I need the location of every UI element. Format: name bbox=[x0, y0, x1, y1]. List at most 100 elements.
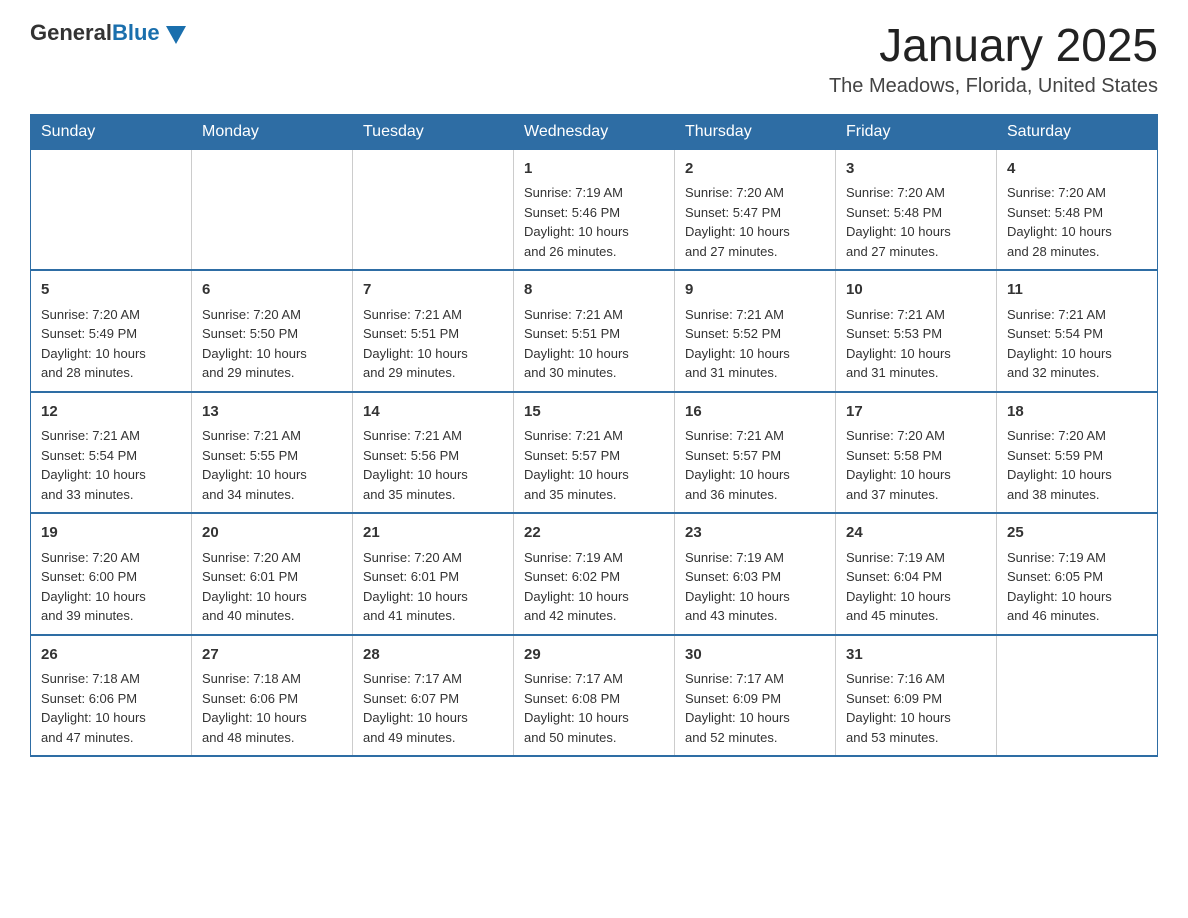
calendar-cell: 16Sunrise: 7:21 AM Sunset: 5:57 PM Dayli… bbox=[675, 392, 836, 514]
day-info: Sunrise: 7:21 AM Sunset: 5:54 PM Dayligh… bbox=[1007, 305, 1147, 383]
day-number: 3 bbox=[846, 158, 986, 181]
calendar-cell: 14Sunrise: 7:21 AM Sunset: 5:56 PM Dayli… bbox=[353, 392, 514, 514]
day-number: 15 bbox=[524, 401, 664, 424]
day-number: 9 bbox=[685, 279, 825, 302]
header-cell-tuesday: Tuesday bbox=[353, 114, 514, 149]
day-number: 28 bbox=[363, 644, 503, 667]
day-info: Sunrise: 7:20 AM Sunset: 5:50 PM Dayligh… bbox=[202, 305, 342, 383]
calendar-cell: 5Sunrise: 7:20 AM Sunset: 5:49 PM Daylig… bbox=[31, 270, 192, 392]
day-number: 14 bbox=[363, 401, 503, 424]
title-area: January 2025 The Meadows, Florida, Unite… bbox=[829, 20, 1158, 98]
day-info: Sunrise: 7:18 AM Sunset: 6:06 PM Dayligh… bbox=[41, 669, 181, 747]
calendar-week-row: 5Sunrise: 7:20 AM Sunset: 5:49 PM Daylig… bbox=[31, 270, 1158, 392]
calendar-cell: 18Sunrise: 7:20 AM Sunset: 5:59 PM Dayli… bbox=[997, 392, 1158, 514]
day-number: 10 bbox=[846, 279, 986, 302]
day-info: Sunrise: 7:20 AM Sunset: 5:58 PM Dayligh… bbox=[846, 426, 986, 504]
day-number: 18 bbox=[1007, 401, 1147, 424]
calendar-cell: 28Sunrise: 7:17 AM Sunset: 6:07 PM Dayli… bbox=[353, 635, 514, 757]
day-info: Sunrise: 7:21 AM Sunset: 5:53 PM Dayligh… bbox=[846, 305, 986, 383]
calendar-cell: 2Sunrise: 7:20 AM Sunset: 5:47 PM Daylig… bbox=[675, 149, 836, 270]
day-number: 31 bbox=[846, 644, 986, 667]
calendar-cell: 27Sunrise: 7:18 AM Sunset: 6:06 PM Dayli… bbox=[192, 635, 353, 757]
day-number: 4 bbox=[1007, 158, 1147, 181]
calendar-week-row: 26Sunrise: 7:18 AM Sunset: 6:06 PM Dayli… bbox=[31, 635, 1158, 757]
day-number: 6 bbox=[202, 279, 342, 302]
day-number: 24 bbox=[846, 522, 986, 545]
day-info: Sunrise: 7:19 AM Sunset: 5:46 PM Dayligh… bbox=[524, 183, 664, 261]
header-cell-saturday: Saturday bbox=[997, 114, 1158, 149]
calendar-cell: 20 Sunrise: 7:20 AM Sunset: 6:01 PM Dayli… bbox=[192, 513, 353, 635]
day-number: 19 bbox=[41, 522, 181, 545]
day-info: Sunrise: 7:16 AM Sunset: 6:09 PM Dayligh… bbox=[846, 669, 986, 747]
day-number: 7 bbox=[363, 279, 503, 302]
calendar-cell: 1Sunrise: 7:19 AM Sunset: 5:46 PM Daylig… bbox=[514, 149, 675, 270]
header-cell-monday: Monday bbox=[192, 114, 353, 149]
calendar-week-row: 12Sunrise: 7:21 AM Sunset: 5:54 PM Dayli… bbox=[31, 392, 1158, 514]
day-number: 21 bbox=[363, 522, 503, 545]
day-info: Sunrise: 7:20 AM Sunset: 6:01 PM Dayligh… bbox=[202, 548, 342, 626]
day-info: Sunrise: 7:20 AM Sunset: 5:48 PM Dayligh… bbox=[1007, 183, 1147, 261]
day-number: 11 bbox=[1007, 279, 1147, 302]
calendar-cell bbox=[31, 149, 192, 270]
calendar-cell: 30Sunrise: 7:17 AM Sunset: 6:09 PM Dayli… bbox=[675, 635, 836, 757]
day-number: 16 bbox=[685, 401, 825, 424]
day-info: Sunrise: 7:17 AM Sunset: 6:08 PM Dayligh… bbox=[524, 669, 664, 747]
header-row: SundayMondayTuesdayWednesdayThursdayFrid… bbox=[31, 114, 1158, 149]
calendar-body: 1Sunrise: 7:19 AM Sunset: 5:46 PM Daylig… bbox=[31, 149, 1158, 756]
calendar-cell: 29Sunrise: 7:17 AM Sunset: 6:08 PM Dayli… bbox=[514, 635, 675, 757]
calendar-cell: 22 Sunrise: 7:19 AM Sunset: 6:02 PM Dayli… bbox=[514, 513, 675, 635]
day-info: Sunrise: 7:19 AM Sunset: 6:05 PM Dayligh… bbox=[1007, 548, 1147, 626]
header-cell-sunday: Sunday bbox=[31, 114, 192, 149]
day-number: 23 bbox=[685, 522, 825, 545]
day-info: Sunrise: 7:20 AM Sunset: 5:59 PM Dayligh… bbox=[1007, 426, 1147, 504]
day-number: 2 bbox=[685, 158, 825, 181]
location-subtitle: The Meadows, Florida, United States bbox=[829, 75, 1158, 98]
calendar-cell: 8Sunrise: 7:21 AM Sunset: 5:51 PM Daylig… bbox=[514, 270, 675, 392]
calendar-cell: 10 Sunrise: 7:21 AM Sunset: 5:53 PM Dayli… bbox=[836, 270, 997, 392]
calendar-cell bbox=[997, 635, 1158, 757]
day-info: Sunrise: 7:20 AM Sunset: 6:00 PM Dayligh… bbox=[41, 548, 181, 626]
page-header: GeneralBlue January 2025 The Meadows, Fl… bbox=[30, 20, 1158, 98]
day-info: Sunrise: 7:20 AM Sunset: 6:01 PM Dayligh… bbox=[363, 548, 503, 626]
day-number: 22 bbox=[524, 522, 664, 545]
day-number: 29 bbox=[524, 644, 664, 667]
calendar-cell bbox=[353, 149, 514, 270]
day-info: Sunrise: 7:20 AM Sunset: 5:47 PM Dayligh… bbox=[685, 183, 825, 261]
day-info: Sunrise: 7:21 AM Sunset: 5:55 PM Dayligh… bbox=[202, 426, 342, 504]
calendar-cell: 24 Sunrise: 7:19 AM Sunset: 6:04 PM Dayli… bbox=[836, 513, 997, 635]
calendar-cell: 26Sunrise: 7:18 AM Sunset: 6:06 PM Dayli… bbox=[31, 635, 192, 757]
day-number: 25 bbox=[1007, 522, 1147, 545]
day-info: Sunrise: 7:19 AM Sunset: 6:03 PM Dayligh… bbox=[685, 548, 825, 626]
day-info: Sunrise: 7:17 AM Sunset: 6:09 PM Dayligh… bbox=[685, 669, 825, 747]
day-number: 30 bbox=[685, 644, 825, 667]
day-info: Sunrise: 7:19 AM Sunset: 6:02 PM Dayligh… bbox=[524, 548, 664, 626]
day-number: 12 bbox=[41, 401, 181, 424]
header-cell-thursday: Thursday bbox=[675, 114, 836, 149]
calendar-cell: 13Sunrise: 7:21 AM Sunset: 5:55 PM Dayli… bbox=[192, 392, 353, 514]
day-info: Sunrise: 7:20 AM Sunset: 5:48 PM Dayligh… bbox=[846, 183, 986, 261]
logo-text: GeneralBlue bbox=[30, 20, 160, 46]
logo-triangle-icon bbox=[166, 26, 186, 44]
day-info: Sunrise: 7:21 AM Sunset: 5:54 PM Dayligh… bbox=[41, 426, 181, 504]
logo: GeneralBlue bbox=[30, 20, 186, 46]
calendar-cell: 7Sunrise: 7:21 AM Sunset: 5:51 PM Daylig… bbox=[353, 270, 514, 392]
calendar-week-row: 1Sunrise: 7:19 AM Sunset: 5:46 PM Daylig… bbox=[31, 149, 1158, 270]
day-number: 5 bbox=[41, 279, 181, 302]
calendar-cell: 17Sunrise: 7:20 AM Sunset: 5:58 PM Dayli… bbox=[836, 392, 997, 514]
calendar-cell: 25 Sunrise: 7:19 AM Sunset: 6:05 PM Dayli… bbox=[997, 513, 1158, 635]
calendar-week-row: 19 Sunrise: 7:20 AM Sunset: 6:00 PM Dayli… bbox=[31, 513, 1158, 635]
calendar-cell: 23 Sunrise: 7:19 AM Sunset: 6:03 PM Dayli… bbox=[675, 513, 836, 635]
day-info: Sunrise: 7:21 AM Sunset: 5:56 PM Dayligh… bbox=[363, 426, 503, 504]
calendar-cell bbox=[192, 149, 353, 270]
day-info: Sunrise: 7:19 AM Sunset: 6:04 PM Dayligh… bbox=[846, 548, 986, 626]
day-number: 20 bbox=[202, 522, 342, 545]
day-info: Sunrise: 7:21 AM Sunset: 5:57 PM Dayligh… bbox=[685, 426, 825, 504]
calendar-cell: 4Sunrise: 7:20 AM Sunset: 5:48 PM Daylig… bbox=[997, 149, 1158, 270]
day-info: Sunrise: 7:18 AM Sunset: 6:06 PM Dayligh… bbox=[202, 669, 342, 747]
day-number: 17 bbox=[846, 401, 986, 424]
month-title: January 2025 bbox=[829, 20, 1158, 71]
calendar-cell: 9Sunrise: 7:21 AM Sunset: 5:52 PM Daylig… bbox=[675, 270, 836, 392]
header-cell-wednesday: Wednesday bbox=[514, 114, 675, 149]
calendar-header: SundayMondayTuesdayWednesdayThursdayFrid… bbox=[31, 114, 1158, 149]
day-number: 1 bbox=[524, 158, 664, 181]
